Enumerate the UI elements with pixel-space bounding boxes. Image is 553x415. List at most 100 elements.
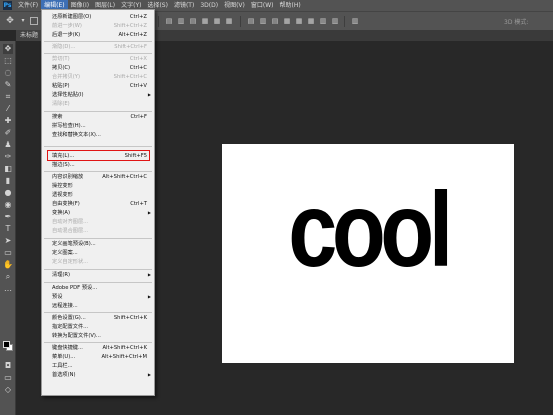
brush-tool-icon[interactable]: ✐: [3, 128, 13, 138]
menu-item-label: 后退一步(K): [52, 32, 81, 38]
move-tool-icon[interactable]: ✥: [3, 44, 13, 54]
edit-menu-item[interactable]: 工具栏...: [42, 362, 154, 370]
align-center-icon[interactable]: ▥: [176, 16, 186, 26]
blur-tool-icon[interactable]: ●: [3, 188, 13, 198]
menu-item-shortcut: Ctrl+C: [129, 65, 147, 71]
edit-menu-item[interactable]: 定义画笔预设(B)...: [42, 240, 154, 248]
align-bottom-icon[interactable]: ▦: [224, 16, 234, 26]
menu-3d[interactable]: 3D(D): [197, 0, 221, 11]
chevron-down-icon[interactable]: ▾: [18, 16, 28, 26]
menu-separator: [44, 171, 152, 172]
edit-menu-item[interactable]: 菜单(U)... Alt+Shift+Ctrl+M: [42, 353, 154, 361]
edit-menu-item[interactable]: 预设 ▶: [42, 293, 154, 301]
edit-menu-item[interactable]: 操控变形: [42, 182, 154, 190]
menu-item-label: 查找和替换文本(X)...: [52, 132, 101, 138]
lasso-tool-icon[interactable]: ◌: [3, 68, 13, 78]
gradient-tool-icon[interactable]: ▮: [3, 176, 13, 186]
edit-menu-item[interactable]: Adobe PDF 预设...: [42, 284, 154, 292]
edit-menu-item[interactable]: 指定配置文件...: [42, 323, 154, 331]
edit-menu-item[interactable]: 首选项(N) ▶: [42, 371, 154, 379]
menu-help[interactable]: 帮助(H): [277, 0, 304, 11]
menu-view[interactable]: 视图(V): [221, 0, 248, 11]
align-left-icon[interactable]: ▤: [164, 16, 174, 26]
menu-item-label: 清除(E): [52, 101, 70, 107]
healing-brush-tool-icon[interactable]: ✚: [3, 116, 13, 126]
hand-tool-icon[interactable]: ✋: [3, 260, 13, 270]
clone-stamp-tool-icon[interactable]: ♟: [3, 140, 13, 150]
document-canvas[interactable]: cool: [222, 144, 514, 363]
eraser-tool-icon[interactable]: ◧: [3, 164, 13, 174]
menu-item-label: 内容识别缩放: [52, 174, 84, 180]
menu-filter[interactable]: 滤镜(T): [171, 0, 197, 11]
menu-separator: [44, 41, 152, 42]
menu-item-label: 自动对齐图层...: [52, 219, 89, 225]
menu-item-label: 拷贝(C): [52, 65, 71, 71]
menu-item-label: 键盘快捷键...: [52, 345, 83, 351]
menu-item-label: 渐隐(D)...: [52, 44, 76, 50]
edit-menu-item[interactable]: 内容识别缩放 Alt+Shift+Ctrl+C: [42, 173, 154, 181]
auto-align-icon[interactable]: ▥: [350, 16, 360, 26]
edit-menu-item[interactable]: 粘贴(P) Ctrl+V: [42, 82, 154, 90]
menu-item-shortcut: Shift+Ctrl+C: [113, 74, 147, 80]
menu-item-label: 自动混合图层...: [52, 228, 89, 234]
submenu-arrow-icon: ▶: [147, 272, 151, 277]
edit-menu-item[interactable]: 查找和替换文本(X)...: [42, 131, 154, 139]
menu-item-label: 定义图案...: [52, 250, 78, 256]
history-brush-tool-icon[interactable]: ✑: [3, 152, 13, 162]
edit-menu-item[interactable]: 拷贝(C) Ctrl+C: [42, 64, 154, 72]
edit-menu-item[interactable]: 描边(S)...: [42, 161, 154, 169]
distribute-icon[interactable]: ▤: [270, 16, 280, 26]
edit-menu-item[interactable]: 远程连接...: [42, 302, 154, 310]
pen-tool-icon[interactable]: ✒: [3, 212, 13, 222]
distribute-icon[interactable]: ▥: [330, 16, 340, 26]
edit-menu-item[interactable]: 填充(L)... Shift+F5: [42, 152, 154, 160]
crop-tool-icon[interactable]: ⌗: [3, 92, 13, 102]
menu-file[interactable]: 文件(F): [15, 0, 41, 11]
foreground-color-swatch[interactable]: [3, 341, 10, 348]
quick-mask-icon[interactable]: ◘: [3, 361, 13, 371]
move-tool-icon[interactable]: ✥: [5, 16, 15, 26]
distribute-icon[interactable]: ▦: [306, 16, 316, 26]
eyedropper-tool-icon[interactable]: ⁄: [3, 104, 13, 114]
screen-mode-icon[interactable]: ▭: [3, 373, 13, 383]
edit-menu-dropdown: 还原新建图层(O) Ctrl+Z 前进一步(W) Shift+Ctrl+Z 后退一步(K…: [41, 9, 155, 396]
distribute-icon[interactable]: ▦: [282, 16, 292, 26]
edit-menu-item[interactable]: 后退一步(K) Alt+Ctrl+Z: [42, 31, 154, 39]
more-tools-icon[interactable]: …: [3, 284, 13, 294]
rectangle-tool-icon[interactable]: ▭: [3, 248, 13, 258]
distribute-icon[interactable]: ▦: [294, 16, 304, 26]
edit-menu-item[interactable]: 还原新建图层(O) Ctrl+Z: [42, 13, 154, 21]
frame-icon[interactable]: ◇: [3, 385, 13, 395]
edit-menu-item[interactable]: 拼写检查(H)...: [42, 122, 154, 130]
menu-item-label: 粘贴(P): [52, 83, 70, 89]
dodge-tool-icon[interactable]: ◉: [3, 200, 13, 210]
edit-menu-item[interactable]: 清理(R) ▶: [42, 271, 154, 279]
distribute-icon[interactable]: ▥: [258, 16, 268, 26]
auto-select-checkbox[interactable]: [30, 17, 38, 25]
distribute-icon[interactable]: ▤: [246, 16, 256, 26]
zoom-tool-icon[interactable]: ⌕: [3, 272, 13, 282]
align-middle-icon[interactable]: ▦: [212, 16, 222, 26]
document-tab[interactable]: 未标题: [16, 30, 43, 41]
type-tool-icon[interactable]: T: [3, 224, 13, 234]
edit-menu-item[interactable]: 颜色设置(G)... Shift+Ctrl+K: [42, 314, 154, 322]
menu-item-label: 填充(L)...: [52, 153, 75, 159]
menu-item-label: Adobe PDF 预设...: [52, 285, 98, 291]
quick-select-tool-icon[interactable]: ✎: [3, 80, 13, 90]
path-selection-tool-icon[interactable]: ➤: [3, 236, 13, 246]
separator: [158, 16, 159, 27]
align-top-icon[interactable]: ▦: [200, 16, 210, 26]
edit-menu-item[interactable]: 自由变换(F) Ctrl+T: [42, 200, 154, 208]
edit-menu-item[interactable]: 透视变形: [42, 191, 154, 199]
align-right-icon[interactable]: ▤: [188, 16, 198, 26]
edit-menu-item[interactable]: 选择性粘贴(I) ▶: [42, 91, 154, 99]
menu-item-label: 预设: [52, 294, 63, 300]
marquee-tool-icon[interactable]: ⬚: [3, 56, 13, 66]
edit-menu-item[interactable]: 键盘快捷键... Alt+Shift+Ctrl+K: [42, 344, 154, 352]
edit-menu-item[interactable]: 转换为配置文件(V)...: [42, 332, 154, 340]
menu-window[interactable]: 窗口(W): [248, 0, 277, 11]
distribute-icon[interactable]: ▥: [318, 16, 328, 26]
edit-menu-item[interactable]: 变换(A) ▶: [42, 209, 154, 217]
edit-menu-item[interactable]: 定义图案...: [42, 249, 154, 257]
edit-menu-item[interactable]: 搜索 Ctrl+F: [42, 113, 154, 121]
